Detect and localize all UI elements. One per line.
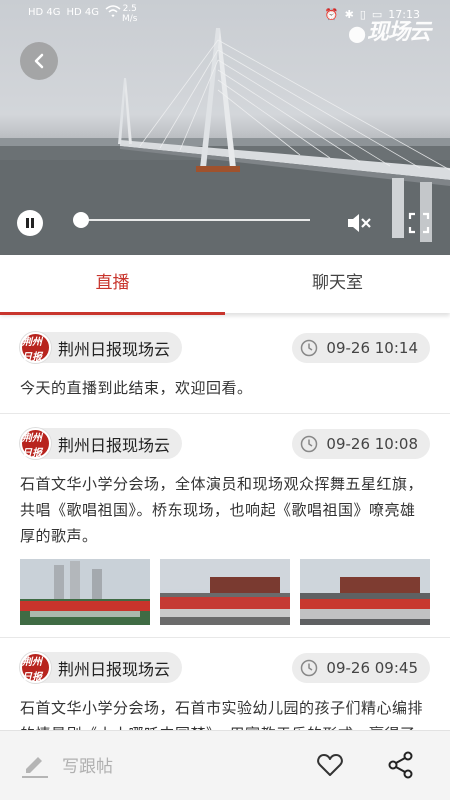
write-comment-label: 写跟帖 xyxy=(62,756,113,777)
alarm-icon: ⏰ xyxy=(324,8,339,21)
network-speed: 2.5 M/s xyxy=(122,4,138,24)
chevron-left-icon xyxy=(34,53,44,69)
feed-post: 荆州日报 荆州日报现场云 09-26 10:14 今天的直播到此结束，欢迎回看。 xyxy=(0,318,450,414)
post-time: 09-26 10:14 xyxy=(292,332,430,363)
video-player[interactable]: HD 4G HD 4G 2.5 M/s ⏰ ✱ ▯ ▭ 17:13 ⬤现场云 xyxy=(0,0,450,255)
fullscreen-icon xyxy=(408,212,430,234)
brand-text: 现场云 xyxy=(366,20,431,45)
wifi-icon xyxy=(105,5,121,20)
author-chip[interactable]: 荆州日报 荆州日报现场云 xyxy=(20,332,183,363)
post-time: 09-26 09:45 xyxy=(292,652,430,683)
post-time-text: 09-26 10:08 xyxy=(326,434,418,453)
share-button[interactable] xyxy=(388,751,414,779)
mute-button[interactable] xyxy=(345,210,373,236)
clock-icon xyxy=(301,659,318,676)
photo-thumbnail[interactable] xyxy=(160,559,290,625)
location-pin-icon: ⬤ xyxy=(348,24,366,43)
author-chip[interactable]: 荆州日报 荆州日报现场云 xyxy=(20,428,183,459)
tab-bar: 直播 聊天室 xyxy=(0,255,450,315)
photo-thumbnail[interactable] xyxy=(300,559,430,625)
author-name: 荆州日报现场云 xyxy=(58,435,171,455)
heart-icon xyxy=(317,754,343,776)
signal-1: HD 4G xyxy=(28,6,61,18)
photo-grid xyxy=(20,559,430,625)
avatar: 荆州日报 xyxy=(20,428,51,459)
write-comment-button[interactable]: 写跟帖 xyxy=(20,749,113,779)
pause-icon xyxy=(26,218,34,228)
clock-icon xyxy=(301,435,318,452)
brand-logo: ⬤现场云 xyxy=(348,14,431,46)
speed-unit: M/s xyxy=(122,14,138,24)
feed-post: 荆州日报 荆州日报现场云 09-26 09:45 石首文华小学分会场，石首市实验… xyxy=(0,638,450,730)
clock-icon xyxy=(301,339,318,356)
post-time: 09-26 10:08 xyxy=(292,428,430,459)
author-chip[interactable]: 荆州日报 荆州日报现场云 xyxy=(20,652,183,683)
tab-chatroom[interactable]: 聊天室 xyxy=(225,255,450,313)
photo-thumbnail[interactable] xyxy=(20,559,150,625)
like-button[interactable] xyxy=(316,752,344,778)
share-icon xyxy=(388,751,413,779)
post-text: 今天的直播到此结束，欢迎回看。 xyxy=(20,379,253,397)
speed-value: 2.5 xyxy=(122,4,137,14)
feed-post: 荆州日报 荆州日报现场云 09-26 10:08 石首文华小学分会场，全体演员和… xyxy=(0,414,450,638)
post-text: 石首文华小学分会场，石首市实验幼儿园的孩子们精心编排的情景剧《小小哪吒中国梦》，… xyxy=(20,699,424,730)
volume-muted-icon xyxy=(348,214,371,232)
fullscreen-button[interactable] xyxy=(408,212,430,234)
avatar: 荆州日报 xyxy=(20,652,51,683)
pause-button[interactable] xyxy=(17,210,43,236)
bottom-action-bar: 写跟帖 xyxy=(0,730,450,800)
live-feed[interactable]: 荆州日报 荆州日报现场云 09-26 10:14 今天的直播到此结束，欢迎回看。… xyxy=(0,318,450,730)
post-time-text: 09-26 10:14 xyxy=(326,338,418,357)
tab-live[interactable]: 直播 xyxy=(0,255,225,315)
author-name: 荆州日报现场云 xyxy=(58,659,171,679)
post-time-text: 09-26 09:45 xyxy=(326,658,418,677)
progress-thumb[interactable] xyxy=(73,212,89,228)
pencil-icon xyxy=(22,757,48,778)
author-name: 荆州日报现场云 xyxy=(58,339,171,359)
post-text: 石首文华小学分会场，全体演员和现场观众挥舞五星红旗，共唱《歌唱祖国》。桥东现场，… xyxy=(20,475,424,545)
progress-track[interactable] xyxy=(80,219,310,221)
signal-2: HD 4G xyxy=(66,6,100,18)
back-button[interactable] xyxy=(20,42,58,80)
avatar: 荆州日报 xyxy=(20,332,51,363)
